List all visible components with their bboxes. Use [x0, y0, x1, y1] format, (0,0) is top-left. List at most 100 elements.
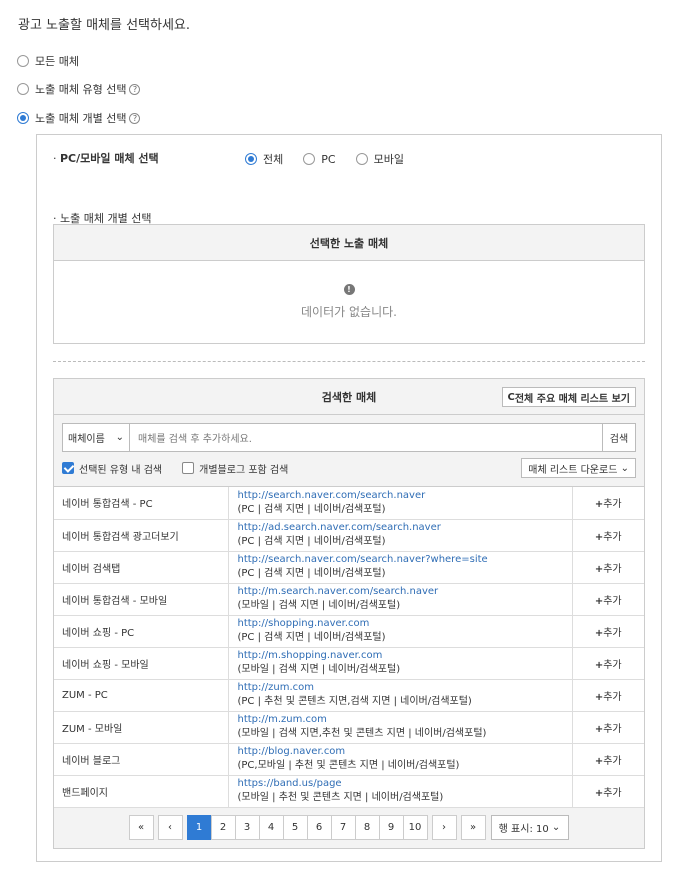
plus-icon: +	[594, 659, 604, 671]
media-desc: (모바일 | 검색 지면 | 네이버/검색포털)	[237, 664, 401, 675]
last-page-button[interactable]: »	[460, 815, 486, 840]
media-url-link[interactable]: http://ad.search.naver.com/search.naver	[238, 521, 572, 535]
table-row: 네이버 쇼핑 - 모바일 http://m.shopping.naver.com(…	[54, 647, 644, 680]
add-cell: +추가	[572, 743, 644, 776]
media-info: http://m.shopping.naver.com (모바일 | 검색 지면 …	[228, 647, 573, 680]
plus-icon: +	[594, 755, 604, 767]
add-media-button[interactable]: +추가	[595, 660, 622, 671]
page-button[interactable]: 7	[330, 815, 356, 840]
individual-media-panel: · PC/모바일 매체 선택 전체 PC 모바일 · 노출 매체 개별 선택 선…	[36, 134, 662, 862]
page-button[interactable]: 5	[282, 815, 308, 840]
page-button[interactable]: 4	[258, 815, 284, 840]
media-url-link[interactable]: http://m.search.naver.com/search.naver	[238, 585, 572, 599]
radio-circle[interactable]	[17, 55, 29, 67]
prev-page-button[interactable]: ‹	[157, 815, 183, 840]
media-info: http://ad.search.naver.com/search.naver(…	[228, 519, 573, 552]
search-button[interactable]: 검색	[602, 423, 636, 452]
device-option-mobile[interactable]: 모바일	[355, 151, 404, 167]
media-url-link[interactable]: http://m.zum.com	[238, 713, 572, 727]
table-row: 네이버 블로그 http://blog.naver.com (PC,모바일 | 추천…	[54, 743, 644, 776]
radio-circle[interactable]	[355, 153, 368, 165]
radio-label: 모든 매체	[35, 55, 79, 68]
add-media-button[interactable]: +추가	[595, 692, 622, 703]
page-button[interactable]: 2	[210, 815, 236, 840]
pagination: «‹ 1 2 3 4 5 6 7 8 9 10 ›» 행 표시: 10 ⌄	[54, 807, 644, 848]
table-row: 네이버 검색탭 http://search.naver.com/search.na…	[54, 551, 644, 584]
chevron-down-icon: ⌄	[551, 822, 561, 833]
divider	[53, 361, 645, 362]
page-button[interactable]: 3	[234, 815, 260, 840]
media-url-link[interactable]: https://band.us/page	[238, 777, 572, 791]
search-type-select[interactable]: 매체이름 ⌄	[62, 423, 130, 452]
add-media-button[interactable]: +추가	[595, 756, 622, 767]
refresh-icon: C	[507, 391, 515, 403]
device-option-all[interactable]: 전체	[245, 151, 283, 167]
help-icon[interactable]: ?	[129, 112, 141, 124]
empty-state: ! 데이터가 없습니다.	[54, 261, 644, 343]
page-button[interactable]: 8	[354, 815, 380, 840]
selected-media-box: 선택한 노출 매체 ! 데이터가 없습니다.	[53, 224, 645, 344]
table-row: 네이버 쇼핑 - PC http://shopping.naver.com (PC …	[54, 615, 644, 648]
media-info: http://m.search.naver.com/search.naver (모…	[228, 583, 573, 616]
search-input[interactable]: 매체를 검색 후 추가하세요.	[130, 423, 602, 452]
media-url-link[interactable]: http://m.shopping.naver.com	[238, 649, 572, 663]
page-button[interactable]: 6	[306, 815, 332, 840]
plus-icon: +	[594, 787, 604, 799]
media-desc: (PC | 검색 지면 | 네이버/검색포털)	[237, 536, 386, 547]
device-option-pc[interactable]: PC	[303, 151, 336, 167]
add-media-button[interactable]: +추가	[595, 596, 622, 607]
download-list-button[interactable]: 매체 리스트 다운로드 ⌄	[521, 458, 636, 478]
media-name: 네이버 검색탭	[54, 551, 229, 584]
page-button[interactable]: 1	[186, 815, 212, 840]
table-row: ZUM - PC http://zum.com (PC | 추천 및 콘텐츠 지면,…	[54, 679, 644, 712]
radio-media-type[interactable]: 노출 매체 유형 선택 ?	[17, 81, 141, 97]
media-name: ZUM - PC	[54, 679, 229, 712]
media-desc: (모바일 | 검색 지면 | 네이버/검색포털)	[237, 600, 401, 611]
media-url-link[interactable]: http://shopping.naver.com	[238, 617, 572, 631]
radio-circle[interactable]	[17, 83, 29, 95]
add-media-button[interactable]: +추가	[595, 724, 622, 735]
add-cell: +추가	[572, 775, 644, 808]
add-media-button[interactable]: +추가	[595, 788, 622, 799]
page-button[interactable]: 9	[378, 815, 404, 840]
next-page-button[interactable]: ›	[431, 815, 457, 840]
add-media-button[interactable]: +추가	[595, 564, 622, 575]
checkbox-box[interactable]	[182, 462, 195, 474]
add-cell: +추가	[572, 679, 644, 712]
media-info: http://m.zum.com (모바일 | 검색 지면,추천 및 콘텐츠 지면…	[228, 711, 573, 744]
media-desc: (모바일 | 추천 및 콘텐츠 지면 | 네이버/검색포털)	[237, 792, 444, 803]
search-media-box: 검색한 매체 C 전체 주요 매체 리스트 보기 매체이름 ⌄ 매체를 검색 후 추…	[53, 378, 645, 849]
view-all-media-button[interactable]: C 전체 주요 매체 리스트 보기	[501, 387, 636, 407]
first-page-button[interactable]: «	[128, 815, 154, 840]
filter-blog-checkbox[interactable]: 개별블로그 포함 검색	[182, 461, 288, 476]
media-url-link[interactable]: http://blog.naver.com	[238, 745, 572, 759]
add-media-button[interactable]: +추가	[595, 532, 622, 543]
radio-individual-media[interactable]: 노출 매체 개별 선택 ?	[17, 110, 141, 126]
help-icon[interactable]: ?	[129, 83, 141, 95]
filter-in-type-checkbox[interactable]: 선택된 유형 내 검색	[62, 461, 162, 476]
radio-all-media[interactable]: 모든 매체	[17, 53, 79, 69]
add-media-button[interactable]: +추가	[595, 628, 622, 639]
media-info: http://search.naver.com/search.naver?whe…	[228, 551, 573, 584]
media-url-link[interactable]: http://search.naver.com/search.naver?whe…	[238, 553, 572, 567]
checkbox-box[interactable]	[62, 462, 74, 474]
chevron-down-icon: ⌄	[620, 462, 629, 474]
add-media-button[interactable]: +추가	[595, 499, 622, 510]
add-cell: +추가	[572, 551, 644, 584]
media-name: 네이버 통합검색 광고더보기	[54, 519, 229, 552]
plus-icon: +	[594, 531, 604, 543]
plus-icon: +	[594, 499, 604, 511]
radio-circle[interactable]	[245, 153, 257, 165]
page-button[interactable]: 10	[402, 815, 428, 840]
plus-icon: +	[594, 563, 604, 575]
radio-circle[interactable]	[17, 112, 29, 124]
media-name: 네이버 블로그	[54, 743, 229, 776]
rows-per-page-select[interactable]: 행 표시: 10 ⌄	[490, 815, 569, 840]
plus-icon: +	[594, 627, 604, 639]
radio-circle[interactable]	[303, 153, 316, 165]
media-url-link[interactable]: http://zum.com	[238, 681, 572, 695]
media-desc: (PC | 추천 및 콘텐츠 지면,검색 지면 | 네이버/검색포털)	[237, 696, 472, 707]
media-desc: (PC | 검색 지면 | 네이버/검색포털)	[237, 568, 386, 579]
media-url-link[interactable]: http://search.naver.com/search.naver	[238, 489, 572, 503]
option-label: 모바일	[373, 153, 404, 166]
